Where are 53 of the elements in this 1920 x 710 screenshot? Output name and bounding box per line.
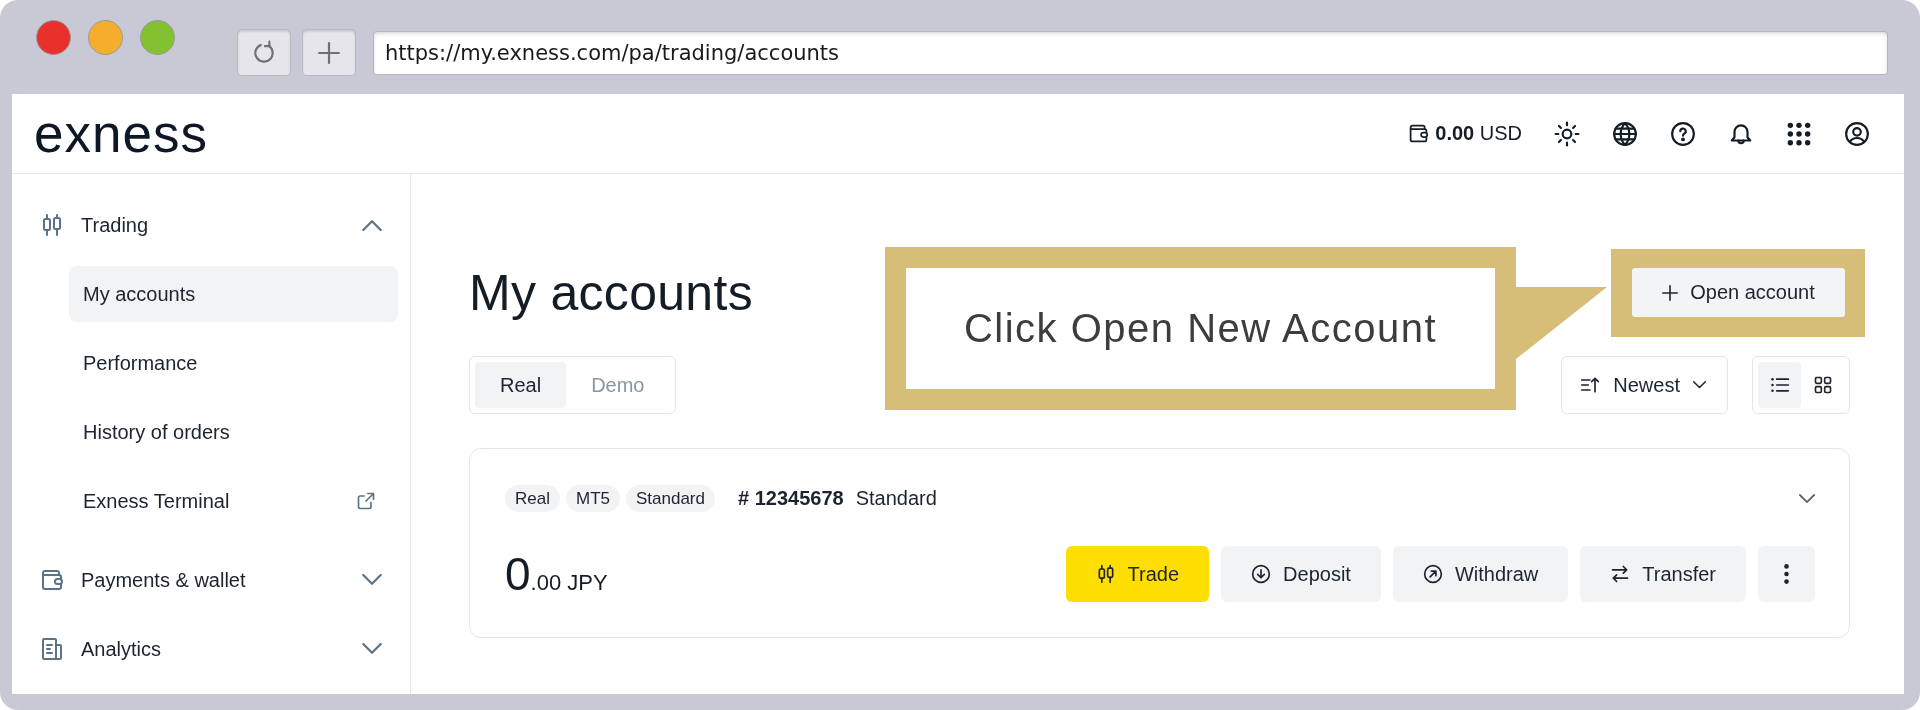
chevron-down-icon[interactable] — [362, 574, 382, 586]
help-icon[interactable] — [1670, 120, 1696, 147]
deposit-button[interactable]: Deposit — [1221, 546, 1381, 602]
sidebar-item[interactable]: Performance — [69, 335, 398, 391]
list-view-button[interactable] — [1758, 362, 1801, 408]
page-title: My accounts — [469, 264, 753, 322]
report-icon — [40, 637, 64, 661]
sidebar-item[interactable]: Exness Terminal — [69, 473, 398, 529]
chevron-down-icon — [1693, 381, 1706, 389]
grid-icon — [1812, 375, 1833, 395]
open-account-button[interactable]: Open account — [1632, 268, 1845, 317]
list-icon — [1769, 375, 1790, 395]
sidebar-section[interactable]: Trading — [81, 213, 149, 237]
transfer-button[interactable]: Transfer — [1580, 546, 1746, 602]
arrow-up-right-circle-icon — [1422, 564, 1443, 584]
callout-box: Click Open New Account — [885, 247, 1516, 410]
chevron-up-icon[interactable] — [362, 219, 382, 231]
trade-button[interactable]: Trade — [1065, 546, 1210, 602]
account-number: # 12345678 — [737, 487, 844, 510]
plus-icon — [318, 41, 340, 64]
logo[interactable]: exness — [34, 107, 208, 160]
sun-icon[interactable] — [1554, 120, 1580, 147]
sort-icon — [1580, 375, 1601, 395]
window-control-icon[interactable] — [36, 20, 71, 55]
reload-button[interactable] — [237, 29, 291, 76]
withdraw-button[interactable]: Withdraw — [1392, 546, 1569, 602]
plus-icon — [1662, 284, 1679, 301]
user-icon[interactable] — [1844, 120, 1870, 147]
vertical-dots-icon — [1784, 564, 1789, 584]
new-tab-button[interactable] — [302, 29, 356, 76]
transfer-arrows-icon — [1610, 564, 1631, 584]
arrow-down-circle-icon — [1251, 564, 1272, 584]
dots-grid-icon[interactable] — [1786, 120, 1812, 147]
wallet-icon — [40, 568, 64, 592]
sidebar-item[interactable]: History of orders — [69, 404, 398, 460]
chevron-down-icon[interactable] — [362, 643, 382, 655]
account-tag: MT5 — [565, 485, 620, 512]
account-tag: Standard — [625, 485, 715, 512]
sidebar-section[interactable]: Analytics — [81, 637, 162, 661]
sort-dropdown[interactable]: Newest — [1561, 356, 1728, 414]
candlestick-icon — [40, 213, 64, 237]
chevron-down-icon[interactable] — [1799, 493, 1815, 504]
reload-icon — [251, 39, 277, 66]
sidebar-section[interactable]: Payments & wallet — [81, 568, 246, 592]
wallet-icon[interactable] — [1408, 123, 1430, 144]
account-tag: Real — [505, 485, 560, 512]
account-type-tab[interactable]: Real — [475, 362, 567, 408]
account-type-name: Standard — [855, 487, 937, 510]
address-bar[interactable]: https://my.exness.com/pa/trading/accounts — [373, 31, 1888, 75]
wallet-balance[interactable]: 0.00 USD — [1435, 122, 1522, 145]
sidebar-item[interactable]: My accounts — [69, 266, 398, 322]
globe-icon[interactable] — [1612, 120, 1638, 147]
account-balance: 0.00 JPY — [505, 547, 608, 601]
